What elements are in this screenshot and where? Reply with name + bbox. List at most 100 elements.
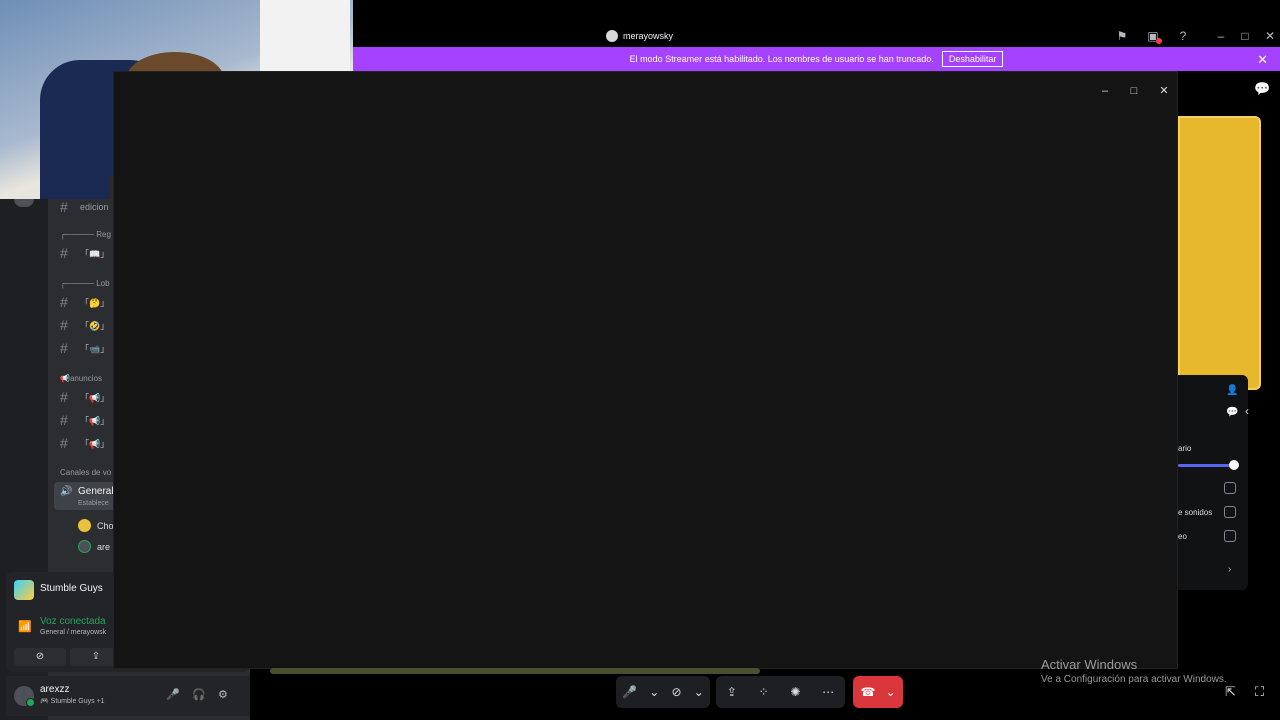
game-name: Stumble Guys (40, 583, 103, 594)
participant-context-menu: 👤 💬 ario e sonidos eo › (1178, 375, 1248, 590)
voice-category-header[interactable]: Canales de vo (60, 468, 111, 477)
user-avatar-icon (606, 30, 618, 42)
channel-label: 「🤣」 (80, 320, 110, 331)
screen-share-alert-icon[interactable]: ▣ (1146, 29, 1162, 44)
call-actions: ⇪ ⁘ ✺ ⋯ (716, 676, 845, 708)
channel-label: 「📢」 (80, 392, 110, 403)
channel-label: edicion (80, 202, 109, 212)
disable-video-label: eo (1178, 532, 1187, 541)
avatar[interactable] (14, 686, 35, 707)
channel-item[interactable]: # edicion (60, 199, 109, 215)
category-label: 📢anuncios (60, 374, 102, 383)
avatar (78, 519, 91, 532)
channel-item[interactable]: # 「📢」 (60, 412, 109, 428)
microphone-icon[interactable]: 🎤 (166, 688, 180, 701)
windows-activation-title: Activar Windows (1041, 657, 1138, 672)
minimize-icon[interactable]: – (1098, 84, 1112, 98)
participant-tile[interactable] (1178, 116, 1261, 390)
hash-icon: # (60, 317, 68, 333)
category-header[interactable]: 📢anuncios (60, 374, 102, 383)
disconnect-button[interactable]: ☎ ⌄ (853, 676, 903, 708)
hash-icon: # (60, 245, 68, 261)
windows-activation-subtitle: Ve a Configuración para activar Windows. (1041, 674, 1227, 685)
close-icon[interactable]: ✕ (1263, 29, 1277, 43)
window-title-text: merayowsky (623, 31, 674, 41)
message-icon[interactable]: 💬 (1226, 407, 1238, 418)
inbox-flag-icon[interactable]: ⚑ (1115, 29, 1129, 43)
voice-user[interactable]: Cho (78, 519, 114, 532)
horizontal-scrollbar[interactable] (270, 668, 760, 674)
category-header[interactable]: ┌───── Reg (60, 230, 111, 239)
channel-item[interactable]: # 「📢」 (60, 389, 109, 405)
category-header[interactable]: ┌───── Lob (60, 279, 110, 288)
disable-streamer-button[interactable]: Deshabilitar (941, 51, 1004, 67)
channel-label: 「📖」 (80, 248, 110, 259)
activities-icon[interactable]: ⁘ (759, 685, 769, 699)
category-label: Reg (96, 230, 111, 239)
channel-label: 「📹」 (80, 343, 110, 354)
popout-icon[interactable]: ⇱ (1225, 684, 1236, 700)
streamer-mode-text: El modo Streamer está habilitado. Los no… (629, 54, 934, 64)
channel-item[interactable]: # 「📖」 (60, 245, 109, 261)
voice-user[interactable]: are (78, 540, 110, 553)
chevron-down-icon[interactable]: ⌄ (694, 685, 704, 699)
chat-icon[interactable]: 💬 (1254, 81, 1270, 97)
avatar (78, 540, 91, 553)
voice-channel-status: Establece (78, 500, 109, 507)
phone-hangup-icon: ☎ (860, 685, 876, 699)
more-icon[interactable]: ⋯ (822, 685, 834, 699)
media-controls: 🎤 ⌄ ⊘ ⌄ (616, 676, 710, 708)
soundboard-icon[interactable]: ✺ (790, 685, 800, 699)
hash-icon: # (60, 412, 68, 428)
hash-icon: # (60, 340, 68, 356)
close-icon[interactable]: ✕ (1157, 84, 1171, 98)
mute-sounds-checkbox[interactable] (1224, 506, 1236, 518)
voice-user-name: are (97, 541, 111, 552)
minimize-icon[interactable]: – (1214, 29, 1228, 43)
user-status: 🎮 Stumble Guys +1 (40, 698, 105, 705)
hash-icon: # (60, 294, 68, 310)
microphone-icon[interactable]: 🎤 (622, 685, 637, 699)
help-icon[interactable]: ? (1176, 29, 1190, 43)
profile-icon[interactable]: 👤 (1226, 385, 1238, 396)
camera-off-icon[interactable]: ⊘ (672, 685, 682, 699)
voice-connected-channel[interactable]: General / merayowsk (40, 629, 106, 636)
screen-share-icon[interactable]: ⇪ (727, 685, 737, 699)
chevron-down-icon[interactable]: ⌄ (885, 685, 895, 699)
speaker-icon: 🔊 (60, 486, 73, 497)
channel-label: 「📢」 (80, 438, 110, 449)
disable-video-checkbox[interactable] (1224, 530, 1236, 542)
banner-close-icon[interactable]: ✕ (1257, 52, 1268, 68)
chevron-right-icon[interactable]: › (1228, 564, 1231, 575)
chevron-left-icon[interactable]: ‹ (1245, 404, 1249, 418)
maximize-icon[interactable]: □ (1127, 84, 1141, 98)
channel-item[interactable]: # 「🤣」 (60, 317, 109, 333)
volume-slider[interactable] (1178, 464, 1234, 467)
streamer-mode-banner: El modo Streamer está habilitado. Los no… (353, 47, 1280, 71)
call-popout-window: – □ ✕ (113, 71, 1178, 669)
mute-checkbox[interactable] (1224, 482, 1236, 494)
channel-label: 「🤔」 (80, 297, 110, 308)
channel-item[interactable]: # 「📹」 (60, 340, 109, 356)
hash-icon: # (60, 389, 68, 405)
channel-item[interactable]: # 「🤔」 (60, 294, 109, 310)
voice-connected-status[interactable]: Voz conectada (40, 616, 106, 627)
chevron-down-icon[interactable]: ⌄ (649, 685, 659, 699)
signal-icon: 📶 (18, 621, 32, 633)
gear-icon[interactable]: ⚙ (218, 688, 228, 701)
volume-slider-handle[interactable] (1229, 460, 1239, 470)
maximize-icon[interactable]: □ (1238, 29, 1252, 43)
channel-item[interactable]: # 「📢」 (60, 435, 109, 451)
headphones-icon[interactable]: 🎧 (192, 688, 206, 701)
server-icon[interactable] (14, 199, 34, 207)
fullscreen-icon[interactable]: ⛶ (1255, 684, 1264, 700)
camera-off-button[interactable]: ⊘ (14, 648, 66, 666)
hash-icon: # (60, 435, 68, 451)
hash-icon: # (60, 199, 68, 215)
user-panel: arexzz 🎮 Stumble Guys +1 🎤 🎧 ⚙ (6, 676, 250, 716)
mute-sounds-label: e sonidos (1178, 508, 1213, 517)
voice-channel-name: General (78, 486, 114, 497)
window-title: merayowsky (606, 30, 673, 42)
category-label: Lob (96, 279, 110, 288)
voice-user-name: Cho (97, 520, 114, 531)
